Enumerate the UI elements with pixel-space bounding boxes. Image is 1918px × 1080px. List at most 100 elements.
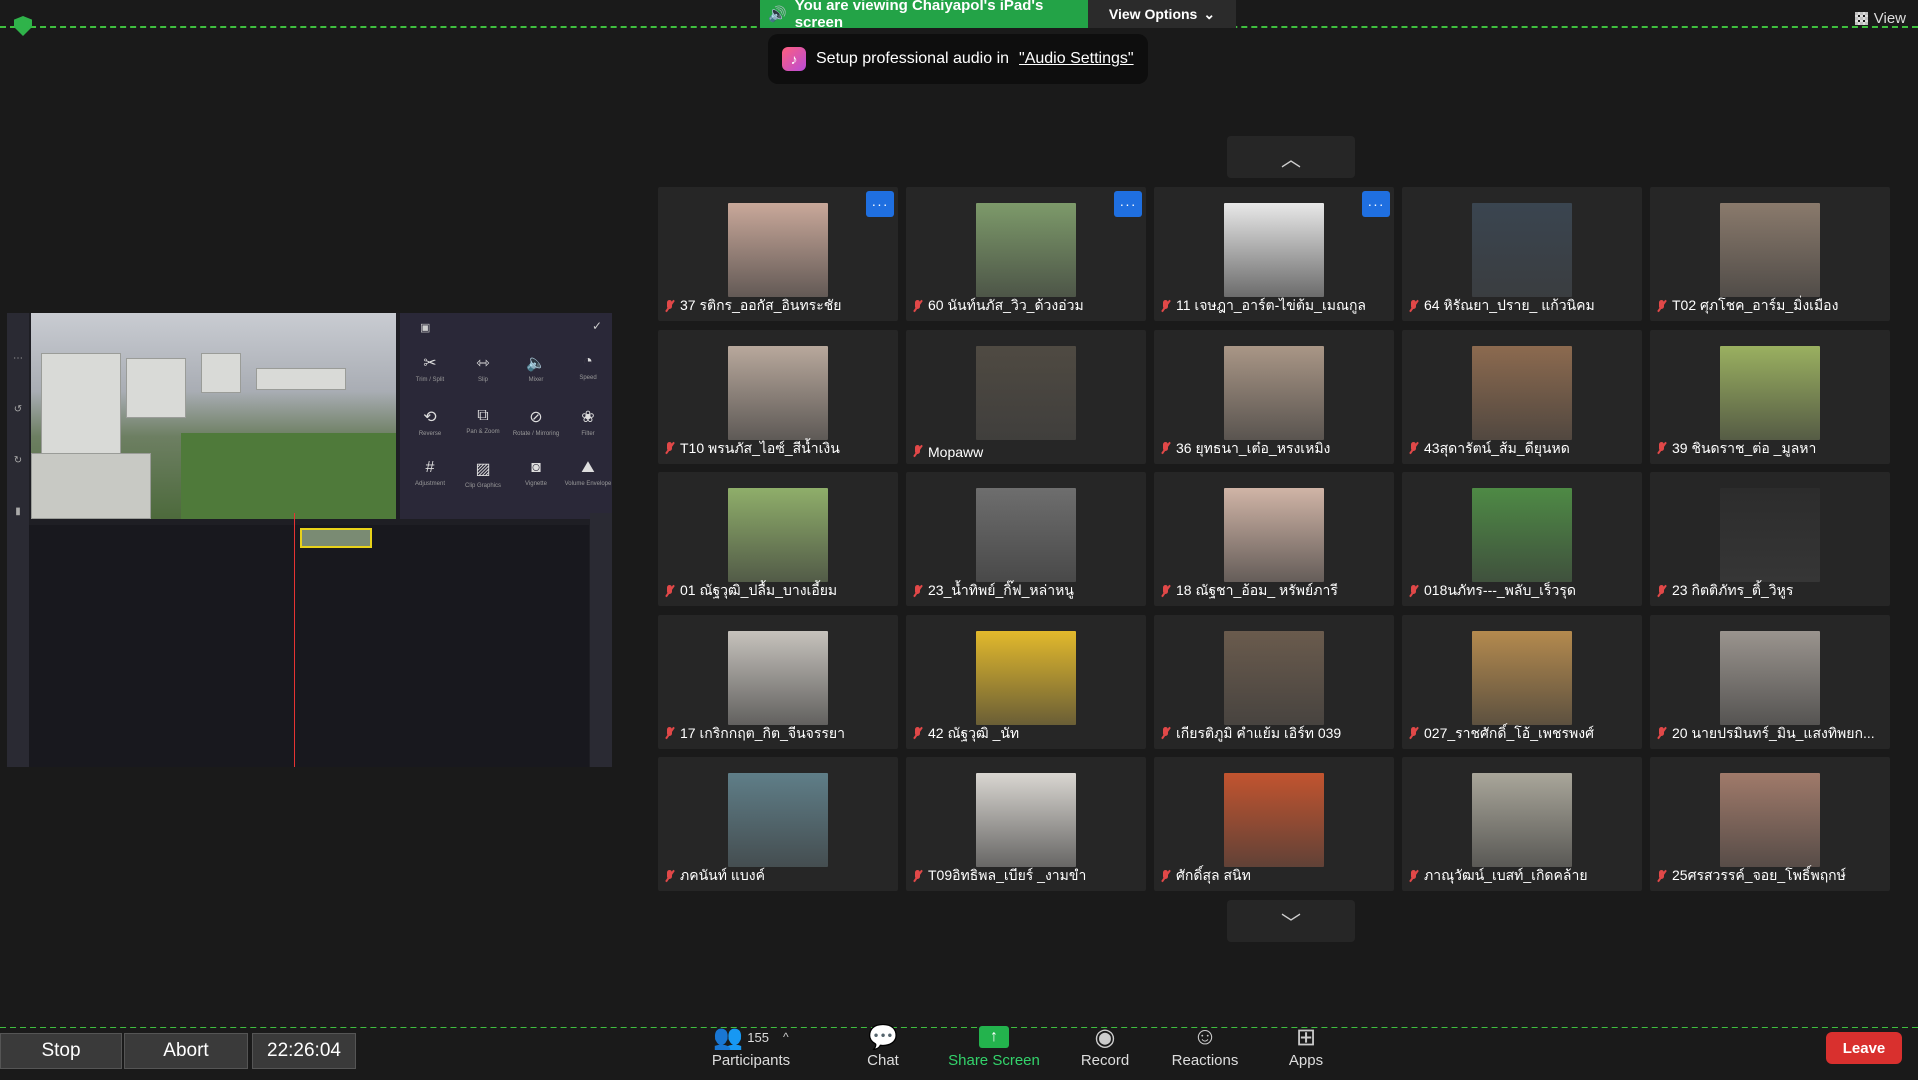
participant-name: 18 ณัฐชา_อ้อม_ หรัพย์ภารี — [1160, 580, 1390, 602]
smiley-icon: ☺ — [1192, 1023, 1218, 1050]
security-shield-icon[interactable] — [14, 16, 32, 36]
participant-tile[interactable]: 18 ณัฐชา_อ้อม_ หรัพย์ภารี — [1154, 472, 1394, 606]
participant-tile[interactable]: 018นภัทร---_พลับ_เร็วรุด — [1402, 472, 1642, 606]
record-icon: ◉ — [1094, 1023, 1116, 1051]
more-options-button[interactable]: ··· — [1362, 191, 1390, 217]
participant-name-text: 43สุดารัตน์_ส้ม_ดียุนหด — [1424, 439, 1570, 456]
participant-name-text: 23 กิตติภัทร_ติ้_วิหูร — [1672, 582, 1794, 598]
music-note-icon: ♪ — [782, 47, 806, 71]
editor-timeline[interactable] — [29, 525, 589, 767]
building-shape — [41, 353, 121, 463]
participant-name: 01 ณัฐวุฒิ_ปลื้ม_บางเอี้ยม — [664, 580, 894, 602]
filter-icon[interactable]: ❀ Filter — [562, 407, 614, 437]
participant-name: 60 นันท์นภัส_วิว_ด้วงอ่วม — [912, 295, 1142, 317]
more-icon[interactable]: ⋯ — [7, 353, 29, 364]
participant-name-text: T02 ศุภโชค_อาร์ม_มิ่งเมือง — [1672, 297, 1839, 313]
rotate-icon[interactable]: ⊘ Rotate / Mirroring — [510, 407, 562, 437]
participant-tile[interactable]: ศักดิ์สุล สนิท — [1154, 757, 1394, 891]
mic-muted-icon — [912, 869, 922, 883]
mic-muted-icon — [1160, 727, 1170, 740]
participant-tile[interactable]: T10 พรนภัส_ไอซ์_สีน้ำเงิน — [658, 329, 898, 464]
more-options-button[interactable]: ··· — [866, 191, 894, 217]
participant-video — [976, 203, 1076, 297]
participant-name: 018นภัทร---_พลับ_เร็วรุด — [1408, 580, 1638, 602]
check-icon[interactable]: ✓ — [592, 319, 602, 333]
participant-tile[interactable]: 43สุดารัตน์_ส้ม_ดียุนหด — [1402, 329, 1642, 464]
view-options-button[interactable]: View Options ⌄ — [1088, 0, 1236, 28]
participant-video — [976, 773, 1076, 867]
share-status-text: You are viewing Chaiyapol's iPad's scree… — [794, 0, 1044, 31]
participant-name: 39 ชินดราช_ต่อ _มูลหา — [1656, 438, 1886, 460]
participant-tile[interactable]: ภาณุวัฒน์_เบสท์_เกิดคล้าย — [1402, 757, 1642, 891]
leave-button[interactable]: Leave — [1826, 1032, 1902, 1064]
participant-tile[interactable]: T09อิทธิพล_เบียร์ _งามขำ — [906, 757, 1146, 891]
participant-tile[interactable]: Mopaww — [906, 329, 1146, 464]
participant-video — [1224, 630, 1324, 725]
redo-icon[interactable]: ↻ — [7, 455, 29, 466]
folder-icon[interactable]: ▣ — [420, 321, 430, 334]
volume-envelope-icon[interactable]: ⛰ Volume Envelope — [562, 459, 614, 487]
reactions-button[interactable]: ☺ Reactions — [1155, 1022, 1255, 1069]
editor-right-toolbar — [590, 513, 612, 767]
participant-tile[interactable]: 42 ณัฐวุฒิ _นัท — [906, 614, 1146, 749]
apps-button[interactable]: ⊞ Apps — [1256, 1022, 1356, 1070]
participant-tile[interactable]: T02 ศุภโชค_อาร์ม_มิ่งเมือง — [1650, 187, 1890, 321]
participant-tile[interactable]: 01 ณัฐวุฒิ_ปลื้ม_บางเอี้ยม — [658, 472, 898, 606]
trash-icon[interactable]: ▮ — [7, 506, 29, 517]
stop-recording-button[interactable]: Stop — [0, 1033, 122, 1069]
undo-icon[interactable]: ↺ — [7, 404, 29, 415]
timeline-playhead[interactable] — [294, 513, 295, 767]
participant-tile[interactable]: 64 หิรัณยา_ปราย_ แก้วนิคม — [1402, 187, 1642, 321]
editor-left-toolbar: ⋯ ↺ ↻ ▮ — [7, 313, 29, 767]
page-up-button[interactable]: ︿ — [1227, 136, 1355, 178]
page-down-button[interactable]: ﹀ — [1227, 900, 1355, 942]
chat-button[interactable]: 💬 Chat — [833, 1022, 933, 1070]
vignette-icon[interactable]: ◙ Vignette — [510, 459, 562, 487]
audio-settings-link[interactable]: "Audio Settings" — [1019, 50, 1134, 68]
share-screen-button[interactable]: ↑ Share Screen — [944, 1022, 1044, 1069]
record-button[interactable]: ◉ Record — [1055, 1022, 1155, 1070]
share-status-banner: 🔊 You are viewing Chaiyapol's iPad's scr… — [760, 0, 1088, 31]
participant-tile[interactable]: ··· 37 รติกร_ออกัส_อินทระชัย — [658, 187, 898, 321]
participant-tile[interactable]: ··· 60 นันท์นภัส_วิว_ด้วงอ่วม — [906, 187, 1146, 321]
participant-video — [728, 203, 828, 297]
participant-tile[interactable]: 23 กิตติภัทร_ติ้_วิหูร — [1650, 472, 1890, 606]
participant-tile[interactable]: 23_น้ำทิพย์_กิ๊ฟ_หล่าหนู — [906, 472, 1146, 606]
mixer-icon[interactable]: 🔈 Mixer — [510, 353, 562, 383]
participant-tile[interactable]: 20 นายปรมินทร์_มิน_แสงทิพยก... — [1650, 614, 1890, 749]
view-button[interactable]: View — [1854, 10, 1906, 27]
participant-tile[interactable]: 39 ชินดราช_ต่อ _มูลหา — [1650, 329, 1890, 464]
share-screen-icon: ↑ — [979, 1026, 1009, 1048]
mic-muted-icon — [1408, 869, 1418, 883]
reverse-icon[interactable]: ⟲ Reverse — [404, 407, 456, 437]
more-options-button[interactable]: ··· — [1114, 191, 1142, 217]
apps-icon: ⊞ — [1295, 1023, 1317, 1051]
participant-tile[interactable]: 17 เกริกกฤต_กิต_จีนจรรยา — [658, 614, 898, 749]
participant-tile[interactable]: ภคนันท์ แบงค์ — [658, 757, 898, 891]
participant-tile[interactable]: 36 ยุทธนา_เต๋อ_หรงเหมิง — [1154, 329, 1394, 464]
participant-name: 23 กิตติภัทร_ติ้_วิหูร — [1656, 580, 1886, 602]
participant-name-text: ศักดิ์สุล สนิท — [1176, 867, 1251, 883]
pan-zoom-icon[interactable]: ⧉ Pan & Zoom — [457, 407, 509, 435]
participants-button[interactable]: 👥 155 ^ Participants — [701, 1022, 801, 1070]
clip-graphics-icon[interactable]: ▨ Clip Graphics — [457, 459, 509, 489]
chevron-up-icon[interactable]: ^ — [783, 1030, 789, 1044]
recording-time: 22:26:04 — [267, 1040, 341, 1061]
participant-tile[interactable]: เกียรติภูมิ คำแย้ม เอิร์ท 039 — [1154, 614, 1394, 749]
participant-name: T02 ศุภโชค_อาร์ม_มิ่งเมือง — [1656, 295, 1886, 317]
mic-muted-icon — [1160, 584, 1170, 598]
timeline-clip[interactable] — [300, 528, 372, 548]
participant-tile[interactable]: 027_ราชศักดิ์_โอ้_เพชรพงศ์ — [1402, 614, 1642, 749]
chevron-up-icon: ︿ — [1281, 148, 1301, 171]
participant-name: 37 รติกร_ออกัส_อินทระชัย — [664, 295, 894, 317]
participant-tile[interactable]: ··· 11 เจษฎา_อาร์ต-ไข่ต้ม_เมณกูล — [1154, 187, 1394, 321]
participant-name-text: 027_ราชศักดิ์_โอ้_เพชรพงศ์ — [1424, 724, 1594, 741]
trim-split-icon[interactable]: ✂ Trim / Split — [404, 353, 456, 383]
building-shape — [31, 453, 151, 519]
slip-icon[interactable]: ⇿ Slip — [457, 353, 509, 383]
participant-tile[interactable]: 25ศรสวรรค์_จอย_โพธิ์พฤกษ์ — [1650, 757, 1890, 891]
adjustment-icon[interactable]: # Adjustment — [404, 459, 456, 487]
participant-name-text: 37 รติกร_ออกัส_อินทระชัย — [680, 297, 842, 313]
speed-icon[interactable]: ◔ Speed — [562, 353, 614, 381]
abort-recording-button[interactable]: Abort — [124, 1033, 248, 1069]
